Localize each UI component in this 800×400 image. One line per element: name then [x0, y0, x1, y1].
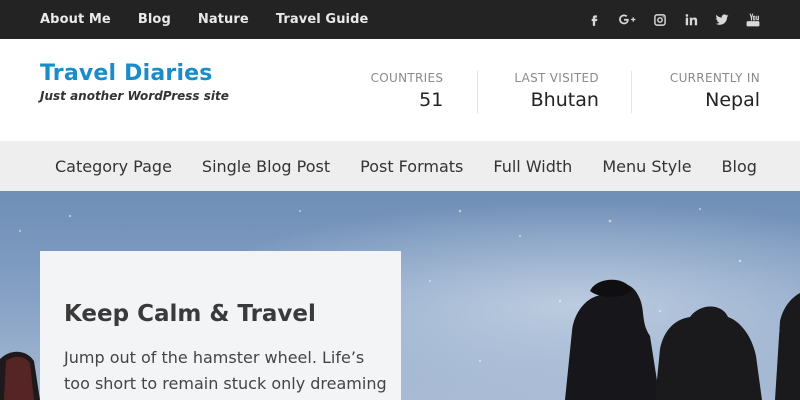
- hero-text: Jump out of the hamster wheel. Life’s to…: [64, 348, 387, 393]
- site-header: Travel Diaries Just another WordPress si…: [0, 39, 800, 141]
- top-nav-blog[interactable]: Blog: [138, 12, 171, 27]
- hero-title[interactable]: Keep Calm & Travel: [64, 301, 377, 327]
- site-title[interactable]: Travel Diaries: [40, 61, 213, 86]
- stat-value: 51: [419, 89, 444, 111]
- stat-label: LAST VISITED: [514, 71, 599, 85]
- top-nav-travel-guide[interactable]: Travel Guide: [276, 12, 369, 27]
- travel-stats: COUNTRIES 51 LAST VISITED Bhutan CURRENT…: [371, 71, 760, 113]
- menu-item-blog[interactable]: Blog: [722, 157, 757, 176]
- facebook-icon[interactable]: [586, 12, 602, 28]
- stat-countries: COUNTRIES 51: [371, 71, 479, 113]
- google-plus-icon[interactable]: [617, 12, 637, 28]
- hero-banner: Keep Calm & Travel Jump out of the hamst…: [0, 191, 800, 400]
- linkedin-icon[interactable]: [683, 12, 699, 28]
- top-bar: About Me Blog Nature Travel Guide: [0, 0, 800, 39]
- menu-item-post-formats[interactable]: Post Formats: [360, 157, 463, 176]
- stat-label: CURRENTLY IN: [669, 71, 760, 85]
- instagram-icon[interactable]: [652, 12, 668, 28]
- stat-value: Bhutan: [530, 89, 599, 111]
- top-nav-nature[interactable]: Nature: [198, 12, 249, 27]
- site-tagline: Just another WordPress site: [40, 89, 229, 103]
- youtube-icon[interactable]: [745, 12, 761, 28]
- menu-item-menu-style[interactable]: Menu Style: [602, 157, 691, 176]
- menu-item-single-blog-post[interactable]: Single Blog Post: [202, 157, 330, 176]
- menu-item-full-width[interactable]: Full Width: [493, 157, 572, 176]
- main-menu: Category Page Single Blog Post Post Form…: [0, 141, 800, 191]
- stat-label: COUNTRIES: [370, 71, 444, 85]
- social-links: [571, 12, 761, 28]
- stat-last-visited: LAST VISITED Bhutan: [478, 71, 632, 113]
- twitter-icon[interactable]: [714, 12, 730, 28]
- stat-currently-in: CURRENTLY IN Nepal: [632, 71, 760, 113]
- stat-value: Nepal: [705, 89, 760, 111]
- hero-card: Keep Calm & Travel Jump out of the hamst…: [40, 251, 401, 400]
- top-nav-about-me[interactable]: About Me: [40, 12, 111, 27]
- top-nav: About Me Blog Nature Travel Guide: [40, 12, 395, 27]
- menu-item-category-page[interactable]: Category Page: [55, 157, 172, 176]
